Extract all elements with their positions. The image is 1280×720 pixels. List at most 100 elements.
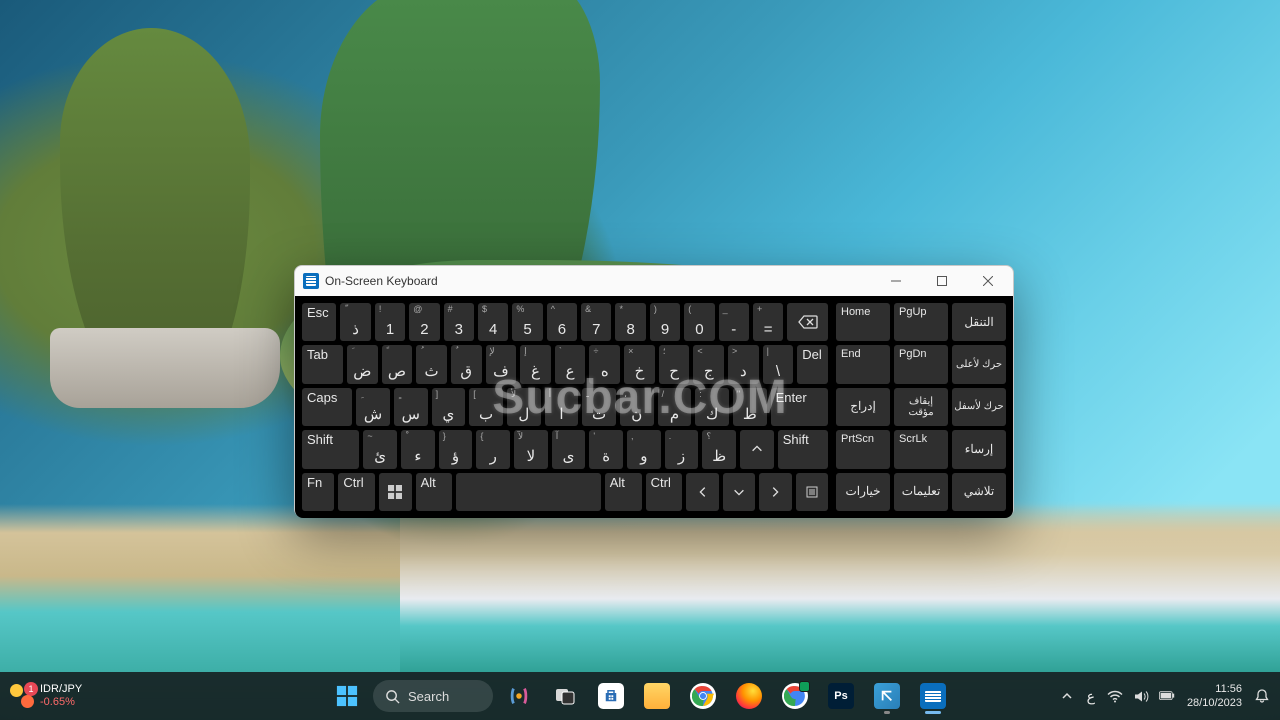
key-r2-7[interactable]: ÷ه (589, 345, 620, 383)
key-r1-11[interactable]: _- (719, 303, 749, 341)
key-win[interactable] (379, 473, 411, 511)
key-r3-9[interactable]: :ك (695, 388, 729, 426)
key-r3-2[interactable]: ]ي (432, 388, 466, 426)
key-r1-5[interactable]: %5 (512, 303, 542, 341)
key-r4-1[interactable]: ْء (401, 430, 435, 468)
key-r2-2[interactable]: ُث (416, 345, 447, 383)
key-r1-1[interactable]: !1 (375, 303, 405, 341)
key-r4-8[interactable]: .ز (665, 430, 699, 468)
key-r3-5[interactable]: أا (545, 388, 579, 426)
widgets-button[interactable]: 1 IDR/JPY -0.65% (10, 683, 82, 709)
key-r2-4[interactable]: لإف (486, 345, 517, 383)
key-shift-right[interactable]: Shift (778, 430, 828, 468)
key-enter[interactable]: Enter (771, 388, 828, 426)
key-r2-9[interactable]: ؛ح (659, 345, 690, 383)
taskbar-photoshop[interactable]: Ps (821, 676, 861, 716)
tray-overflow[interactable] (1059, 688, 1075, 704)
key-r1-6[interactable]: ^6 (547, 303, 577, 341)
key-r1-2[interactable]: @2 (409, 303, 439, 341)
titlebar[interactable]: On-Screen Keyboard (295, 266, 1013, 296)
battery-icon[interactable] (1159, 688, 1175, 704)
close-button[interactable] (965, 266, 1011, 296)
key-end[interactable]: End (836, 345, 890, 383)
key-shift-left[interactable]: Shift (302, 430, 359, 468)
volume-icon[interactable] (1133, 688, 1149, 704)
key-ctrl-left[interactable]: Ctrl (338, 473, 375, 511)
key-r3-4[interactable]: لأل (507, 388, 541, 426)
key-r4-9[interactable]: ؟ظ (702, 430, 736, 468)
taskbar-chrome-canary[interactable] (775, 676, 815, 716)
taskbar-store[interactable] (591, 676, 631, 716)
key-r1-0[interactable]: ّذ (340, 303, 370, 341)
key-r2-3[interactable]: ٌق (451, 345, 482, 383)
taskbar-app-generic[interactable] (867, 676, 907, 716)
minimize-button[interactable] (873, 266, 919, 296)
key-r1-8[interactable]: *8 (615, 303, 645, 341)
key-r3-1[interactable]: ٍس (394, 388, 428, 426)
key-r1-7[interactable]: &7 (581, 303, 611, 341)
key-arrow-left[interactable] (686, 473, 718, 511)
key-options[interactable]: خيارات (836, 473, 890, 511)
key-home[interactable]: Home (836, 303, 890, 341)
key-r4-3[interactable]: {ر (476, 430, 510, 468)
maximize-button[interactable] (919, 266, 965, 296)
key-prtscn[interactable]: PrtScn (836, 430, 890, 468)
tray-language[interactable]: ع (1087, 688, 1095, 705)
key-r3-6[interactable]: ـت (582, 388, 616, 426)
taskbar-copilot[interactable] (499, 676, 539, 716)
key-r4-4[interactable]: لآلا (514, 430, 548, 468)
key-help[interactable]: تعليمات (894, 473, 948, 511)
key-r1-9[interactable]: )9 (650, 303, 680, 341)
key-r4-0[interactable]: ~ئ (363, 430, 397, 468)
key-r2-12[interactable]: |\ (763, 345, 794, 383)
key-arrow-right[interactable] (759, 473, 791, 511)
key-backspace[interactable] (787, 303, 828, 341)
key-r3-8[interactable]: /م (658, 388, 692, 426)
key-r3-7[interactable]: ،ن (620, 388, 654, 426)
key-pgup[interactable]: PgUp (894, 303, 948, 341)
taskbar-firefox[interactable] (729, 676, 769, 716)
key-r1-4[interactable]: $4 (478, 303, 508, 341)
key-r2-1[interactable]: ًص (382, 345, 413, 383)
key-r2-5[interactable]: إغ (520, 345, 551, 383)
search-button[interactable]: Search (373, 680, 493, 712)
key-r4-2[interactable]: }ؤ (439, 430, 473, 468)
taskbar-taskview[interactable] (545, 676, 585, 716)
key-del[interactable]: Del (797, 345, 828, 383)
key-alt-left[interactable]: Alt (416, 473, 453, 511)
notifications-icon[interactable] (1254, 688, 1270, 704)
key-r4-7[interactable]: ,و (627, 430, 661, 468)
key-alt-right[interactable]: Alt (605, 473, 642, 511)
key-space[interactable] (456, 473, 600, 511)
taskbar-chrome[interactable] (683, 676, 723, 716)
key-r2-8[interactable]: ×خ (624, 345, 655, 383)
key-r1-12[interactable]: += (753, 303, 783, 341)
key-pause[interactable]: إيقاف مؤقت (894, 388, 948, 426)
start-button[interactable] (327, 676, 367, 716)
key-insert[interactable]: إدراج (836, 388, 890, 426)
key-r2-10[interactable]: <ج (693, 345, 724, 383)
wifi-icon[interactable] (1107, 688, 1123, 704)
key-r1-10[interactable]: (0 (684, 303, 714, 341)
key-movedn[interactable]: حرك لأسفل (952, 388, 1006, 426)
key-r3-3[interactable]: [ب (469, 388, 503, 426)
key-r2-6[interactable]: `ع (555, 345, 586, 383)
key-dock[interactable]: إرساء (952, 430, 1006, 468)
key-ctrl-right[interactable]: Ctrl (646, 473, 683, 511)
key-esc[interactable]: Esc (302, 303, 336, 341)
taskbar-explorer[interactable] (637, 676, 677, 716)
key-caps[interactable]: Caps (302, 388, 352, 426)
key-r1-3[interactable]: #3 (444, 303, 474, 341)
key-moveup[interactable]: حرك لأعلى (952, 345, 1006, 383)
key-r3-10[interactable]: "ط (733, 388, 767, 426)
key-fn[interactable]: Fn (302, 473, 334, 511)
key-r3-0[interactable]: ِش (356, 388, 390, 426)
key-fade[interactable]: تلاشي (952, 473, 1006, 511)
key-r2-0[interactable]: َض (347, 345, 378, 383)
key-r4-5[interactable]: آى (552, 430, 586, 468)
key-tab[interactable]: Tab (302, 345, 343, 383)
key-nav[interactable]: التنقل (952, 303, 1006, 341)
key-menu[interactable] (796, 473, 828, 511)
key-arrow-up[interactable] (740, 430, 774, 468)
key-pgdn[interactable]: PgDn (894, 345, 948, 383)
